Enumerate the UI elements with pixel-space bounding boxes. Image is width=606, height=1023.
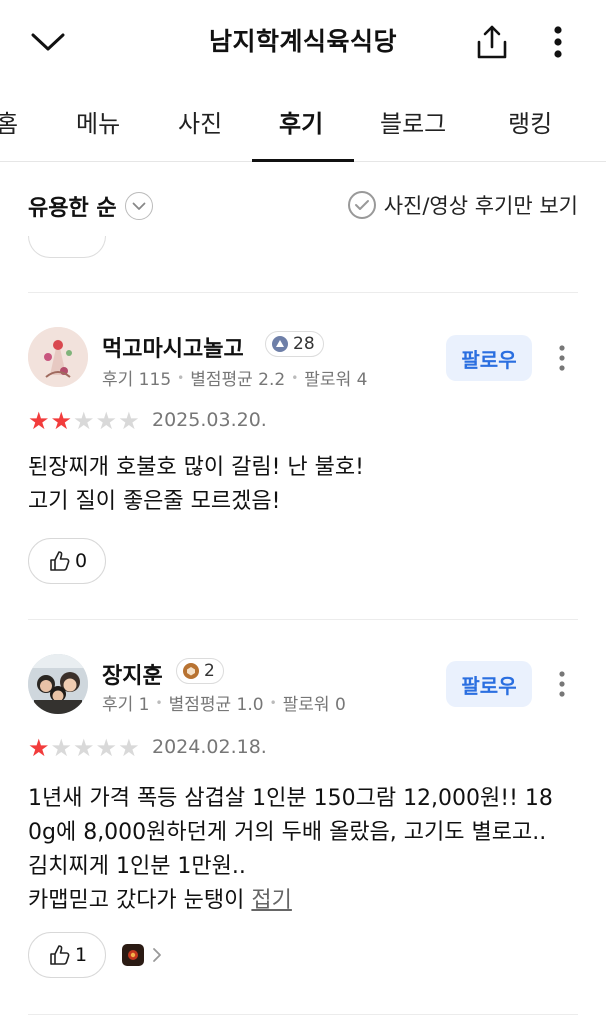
level-value: 2 <box>204 661 215 681</box>
thumbs-up-icon <box>50 551 70 571</box>
separator-dot: • <box>177 370 185 385</box>
star-empty-icon: ★ <box>73 407 95 435</box>
star-empty-icon: ★ <box>118 407 140 435</box>
review-date: 2024.02.18. <box>152 736 267 758</box>
follower-count: 팔로워 0 <box>282 695 346 715</box>
sort-label: 유용한 순 <box>28 196 117 221</box>
separator-dot: • <box>291 370 299 385</box>
tab-ranking[interactable]: 랭킹 <box>508 104 552 139</box>
review-text-line: 김치찌게 1인분 1만원.. <box>28 854 246 879</box>
tab-bar: 홈 메뉴 사진 후기 블로그 랭킹 <box>0 82 606 162</box>
review-item: 먹고마시고놀고 28 후기 115 • 별점평균 2.2 • 팔로워 4 팔로우… <box>0 293 606 619</box>
tab-reviews[interactable]: 후기 <box>279 104 323 139</box>
level-badge: 2 <box>176 658 224 684</box>
check-circle-icon <box>347 191 376 219</box>
tab-home[interactable]: 홈 <box>0 104 18 139</box>
sort-dropdown[interactable]: 유용한 순 <box>28 190 153 222</box>
tab-photos[interactable]: 사진 <box>178 104 222 139</box>
photo-only-toggle[interactable]: 사진/영상 후기만 보기 <box>347 190 578 220</box>
tab-blog[interactable]: 블로그 <box>380 104 446 139</box>
average-rating: 별점평균 2.2 <box>190 370 286 390</box>
review-text-line: 1년새 가격 폭등 삼겹살 1인분 150그람 12,000원!! 18 <box>28 786 553 811</box>
review-date: 2025.03.20. <box>152 409 267 431</box>
review-text-line-last: 카맵믿고 갔다가 눈탱이 접기 <box>28 884 578 918</box>
avatar[interactable] <box>28 327 88 387</box>
star-filled-icon: ★ <box>28 407 50 435</box>
star-empty-icon: ★ <box>50 734 73 762</box>
like-button[interactable]: 1 <box>28 932 107 978</box>
previous-like-button[interactable] <box>28 236 106 258</box>
thumbs-up-icon <box>50 945 70 965</box>
avatar[interactable] <box>28 654 88 714</box>
chevron-right-icon[interactable] <box>152 947 162 967</box>
star-empty-icon: ★ <box>118 734 140 762</box>
review-count: 후기 1 <box>102 695 150 715</box>
level-icon <box>183 663 199 679</box>
star-rating: ★ ★ ★ ★ ★ <box>28 736 140 760</box>
more-vertical-icon[interactable] <box>552 664 572 704</box>
star-empty-icon: ★ <box>73 734 95 762</box>
star-empty-icon: ★ <box>95 407 118 435</box>
review-text-line: 고기 질이 좋은줄 모르겠음! <box>28 489 281 514</box>
reviewer-name[interactable]: 장지훈 <box>102 658 163 690</box>
level-value: 28 <box>293 334 315 354</box>
like-button[interactable]: 0 <box>28 538 107 584</box>
reviewer-stats: 후기 115 • 별점평균 2.2 • 팔로워 4 <box>102 365 367 390</box>
review-item: 장지훈 2 후기 1 • 별점평균 1.0 • 팔로워 0 팔로우 ★ ★ ★ ★ ★ … <box>0 620 606 1015</box>
star-filled-icon: ★ <box>50 407 73 435</box>
review-count: 후기 115 <box>102 370 172 390</box>
photo-only-label: 사진/영상 후기만 보기 <box>383 194 578 218</box>
more-vertical-icon[interactable] <box>552 338 572 378</box>
top-bar: 남지학계식육식당 <box>0 0 606 82</box>
review-text: 1년새 가격 폭등 삼겹살 1인분 150그람 12,000원!! 18 0g에… <box>28 782 578 918</box>
share-icon[interactable] <box>470 20 514 64</box>
app-thumbnail-icon[interactable] <box>122 944 144 966</box>
review-text-line: 된장찌개 호불호 많이 갈림! 난 불호! <box>28 455 364 480</box>
chevron-down-icon <box>124 192 153 220</box>
separator-dot: • <box>155 695 163 710</box>
fold-link[interactable]: 접기 <box>251 888 291 913</box>
divider <box>28 1014 578 1015</box>
level-icon <box>272 336 288 352</box>
more-vertical-icon[interactable] <box>540 20 576 64</box>
level-badge: 28 <box>265 331 324 357</box>
page-title: 남지학계식육식당 <box>208 27 397 56</box>
reviewer-stats: 후기 1 • 별점평균 1.0 • 팔로워 0 <box>102 690 346 715</box>
separator-dot: • <box>269 695 277 710</box>
star-empty-icon: ★ <box>95 734 118 762</box>
review-text-line: 카맵믿고 갔다가 눈탱이 <box>28 888 245 913</box>
reviewer-name[interactable]: 먹고마시고놀고 <box>102 331 244 363</box>
like-count: 1 <box>75 944 88 966</box>
tab-menu[interactable]: 메뉴 <box>76 104 120 139</box>
review-text-line: 0g에 8,000원하던게 거의 두배 올랐음, 고기도 별로고.. <box>28 820 547 845</box>
review-text: 된장찌개 호불호 많이 갈림! 난 불호! 고기 질이 좋은줄 모르겠음! <box>28 451 578 519</box>
follow-button[interactable]: 팔로우 <box>446 661 532 707</box>
like-count: 0 <box>75 550 88 572</box>
star-filled-icon: ★ <box>28 734 50 762</box>
follow-button[interactable]: 팔로우 <box>446 335 532 381</box>
star-rating: ★ ★ ★ ★ ★ <box>28 409 140 433</box>
follower-count: 팔로워 4 <box>304 370 368 390</box>
average-rating: 별점평균 1.0 <box>168 695 264 715</box>
